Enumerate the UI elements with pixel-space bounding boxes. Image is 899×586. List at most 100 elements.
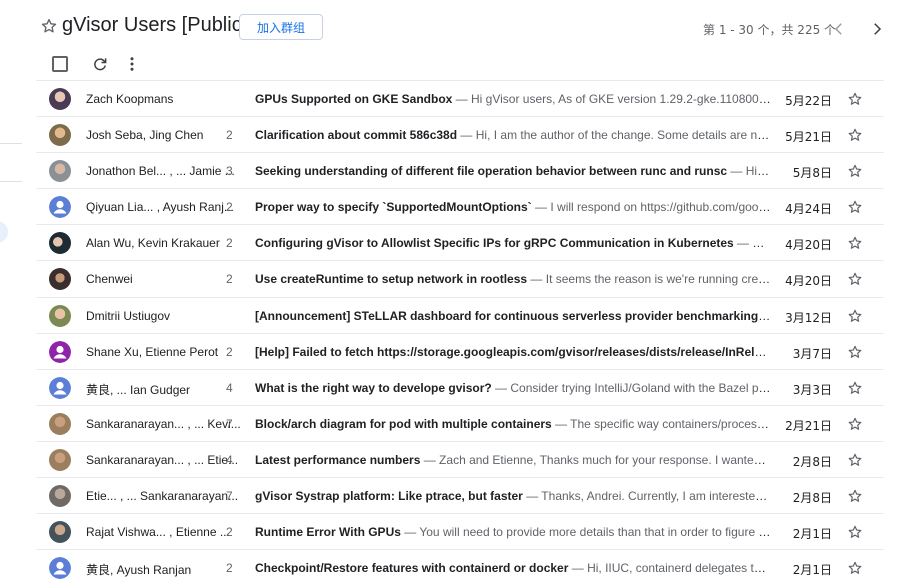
- thread-row[interactable]: Alan Wu, Kevin Krakauer 2 Configuring gVis…: [36, 224, 884, 260]
- message-count: 4: [226, 380, 233, 395]
- thread-preview[interactable]: [Help] Failed to fetch https://storage.g…: [255, 345, 772, 359]
- side-divider: [0, 143, 22, 144]
- thread-snippet: — It seems the reason is we're running c…: [530, 272, 772, 287]
- thread-preview[interactable]: Latest performance numbers — Zach and Et…: [255, 453, 772, 467]
- star-icon[interactable]: [847, 235, 863, 251]
- thread-row[interactable]: Josh Seba, Jing Chen 2 Clarification about…: [36, 116, 884, 152]
- thread-row[interactable]: Qiyuan Lia... , Ayush Ranj... 2 Proper way…: [36, 188, 884, 224]
- thread-subject[interactable]: Block/arch diagram for pod with multiple…: [255, 417, 552, 431]
- star-icon[interactable]: [847, 416, 863, 432]
- avatar: [49, 268, 71, 291]
- thread-authors: Jonathon Bel... , ... Jamie ...: [86, 164, 235, 179]
- thread-row[interactable]: Sankaranarayan... , ... Etie... 4 Latest p…: [36, 440, 884, 477]
- thread-preview[interactable]: What is the right way to develope gvisor…: [255, 381, 772, 395]
- thread-preview[interactable]: Block/arch diagram for pod with multiple…: [255, 417, 772, 431]
- thread-preview[interactable]: Checkpoint/Restore features with contain…: [255, 561, 772, 575]
- avatar: [49, 376, 71, 399]
- thread-preview[interactable]: gVisor Systrap platform: Like ptrace, bu…: [255, 489, 772, 503]
- thread-subject[interactable]: Runtime Error With GPUs: [255, 525, 401, 539]
- star-icon[interactable]: [847, 524, 863, 540]
- page-title: gVisor Users [Public]: [62, 14, 248, 36]
- thread-authors: 黄良, Ayush Ranjan: [86, 563, 192, 578]
- thread-row[interactable]: Chenwei 2 Use createRuntime to setup netwo…: [36, 260, 884, 296]
- thread-preview[interactable]: Configuring gVisor to Allowlist Specific…: [255, 236, 772, 250]
- thread-date: 2月8日: [792, 454, 832, 469]
- thread-row[interactable]: Etie... , ... Sankaranarayan... 7 gVisor S…: [36, 477, 884, 513]
- star-icon[interactable]: [847, 380, 863, 396]
- thread-date: 2月8日: [792, 491, 832, 506]
- star-icon[interactable]: [847, 308, 863, 324]
- thread-subject[interactable]: Seeking understanding of different file …: [255, 164, 727, 178]
- person-icon: [49, 196, 71, 219]
- thread-snippet: — Hi Alan, so...: [737, 236, 772, 251]
- thread-row[interactable]: 黄良, ... Ian Gudger 4 What is the right way…: [36, 368, 884, 405]
- join-group-button[interactable]: 加入群组: [239, 14, 323, 40]
- thread-date: 5月8日: [792, 166, 832, 181]
- thread-preview[interactable]: [Announcement] STeLLAR dashboard for con…: [255, 309, 772, 323]
- message-count: 2: [226, 236, 233, 251]
- avatar: [49, 448, 71, 471]
- avatar: [49, 412, 71, 435]
- star-icon[interactable]: [847, 127, 863, 143]
- select-all-checkbox[interactable]: [52, 56, 68, 72]
- thread-authors: Sankaranarayan... , ... Etie...: [86, 452, 239, 467]
- star-icon[interactable]: [847, 452, 863, 468]
- thread-row[interactable]: 黄良, Ayush Ranjan 2 Checkpoint/Restore feat…: [36, 549, 884, 585]
- star-icon[interactable]: [847, 163, 863, 179]
- chevron-right-icon[interactable]: [868, 20, 886, 38]
- thread-preview[interactable]: Proper way to specify `SupportedMountOpt…: [255, 200, 772, 214]
- thread-row[interactable]: Shane Xu, Etienne Perot 2 [Help] Failed to…: [36, 332, 884, 369]
- thread-date: 5月22日: [785, 94, 832, 108]
- person-icon: [49, 340, 71, 363]
- star-outline-icon[interactable]: [40, 17, 58, 35]
- person-icon: [49, 376, 71, 399]
- thread-row[interactable]: Dmitrii Ustiugov [Announcement] STeLLAR d…: [36, 296, 884, 333]
- star-icon[interactable]: [847, 560, 863, 576]
- thread-date: 2月1日: [792, 563, 832, 578]
- message-count: 2: [226, 561, 233, 576]
- thread-subject[interactable]: Checkpoint/Restore features with contain…: [255, 561, 568, 575]
- thread-subject[interactable]: Configuring gVisor to Allowlist Specific…: [255, 236, 734, 250]
- thread-subject[interactable]: [Help] Failed to fetch https://storage.g…: [255, 345, 772, 359]
- star-icon[interactable]: [847, 344, 863, 360]
- thread-authors: Dmitrii Ustiugov: [86, 308, 171, 323]
- more-vert-icon[interactable]: [123, 55, 141, 73]
- star-icon[interactable]: [847, 488, 863, 504]
- thread-subject[interactable]: Latest performance numbers: [255, 453, 420, 467]
- thread-subject[interactable]: Proper way to specify `SupportedMountOpt…: [255, 200, 532, 214]
- thread-row[interactable]: Jonathon Bel... , ... Jamie ... 3 Seeking …: [36, 152, 884, 188]
- thread-subject[interactable]: gVisor Systrap platform: Like ptrace, bu…: [255, 489, 523, 503]
- thread-row[interactable]: Sankaranarayan... , ... Kevi... 7 Block/ar…: [36, 404, 884, 441]
- thread-subject[interactable]: Clarification about commit 586c38d: [255, 128, 457, 142]
- thread-subject[interactable]: Use createRuntime to setup network in ro…: [255, 272, 527, 286]
- message-count: 2: [226, 272, 233, 287]
- thread-date: 2月1日: [792, 527, 832, 542]
- chevron-left-icon[interactable]: [830, 20, 848, 38]
- star-icon[interactable]: [847, 91, 863, 107]
- message-count: 2: [226, 525, 233, 540]
- thread-subject[interactable]: [Announcement] STeLLAR dashboard for con…: [255, 309, 770, 323]
- star-icon[interactable]: [847, 199, 863, 215]
- thread-authors: Sankaranarayan... , ... Kevi...: [86, 416, 241, 431]
- group-header: gVisor Users [Public] 加入群组 第 1 - 30 个，共 …: [40, 12, 890, 46]
- avatar: [49, 521, 71, 544]
- message-count: 2: [226, 200, 233, 215]
- thread-list: Zach Koopmans GPUs Supported on GKE Sandb…: [36, 80, 884, 585]
- refresh-icon[interactable]: [91, 55, 109, 73]
- thread-preview[interactable]: Runtime Error With GPUs — You will need …: [255, 525, 772, 539]
- avatar: [49, 340, 71, 363]
- thread-authors: Rajat Vishwa... , Etienne ...: [86, 525, 230, 540]
- thread-subject[interactable]: GPUs Supported on GKE Sandbox: [255, 92, 452, 106]
- thread-preview[interactable]: Use createRuntime to setup network in ro…: [255, 272, 772, 286]
- thread-subject[interactable]: What is the right way to develope gvisor…: [255, 381, 492, 395]
- thread-snippet: — The specific way containers/processes …: [555, 416, 772, 431]
- thread-preview[interactable]: Clarification about commit 586c38d — Hi,…: [255, 128, 772, 142]
- thread-row[interactable]: Zach Koopmans GPUs Supported on GKE Sandb…: [36, 80, 884, 116]
- thread-snippet: — Thanks, Andrei. Currently, I am intere…: [526, 489, 772, 504]
- thread-snippet: — You will need to provide more details …: [400, 525, 772, 540]
- star-icon[interactable]: [847, 271, 863, 287]
- thread-snippet: — Consider trying IntelliJ/Goland with t…: [495, 380, 772, 395]
- thread-row[interactable]: Rajat Vishwa... , Etienne ... 2 Runtime Er…: [36, 513, 884, 549]
- thread-preview[interactable]: Seeking understanding of different file …: [255, 164, 772, 178]
- thread-preview[interactable]: GPUs Supported on GKE Sandbox — Hi gViso…: [255, 92, 772, 106]
